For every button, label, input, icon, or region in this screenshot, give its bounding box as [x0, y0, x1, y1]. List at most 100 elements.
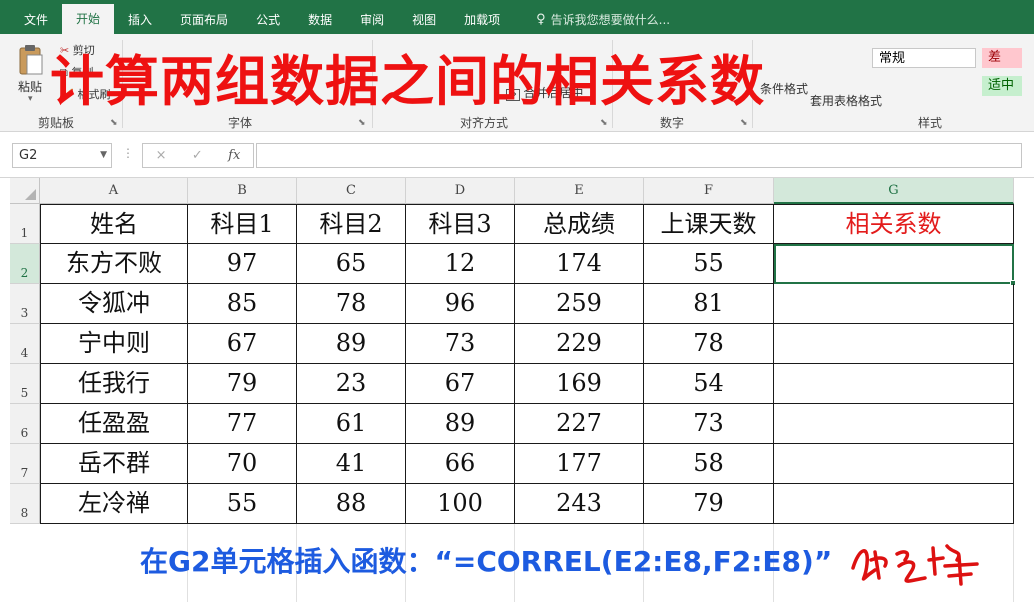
formula-bar-handle-icon[interactable]: ⋮ — [122, 146, 134, 160]
enter-icon[interactable]: ✓ — [192, 148, 203, 163]
cell-b2[interactable]: 97 — [188, 244, 297, 284]
cell-c4[interactable]: 89 — [297, 324, 406, 364]
header-cell-b[interactable]: 科目1 — [188, 204, 297, 244]
cell-e3[interactable]: 259 — [515, 284, 644, 324]
cell-g5[interactable] — [774, 364, 1014, 404]
cell-c7[interactable]: 41 — [297, 444, 406, 484]
ribbon-tab-6[interactable]: 审阅 — [346, 6, 398, 34]
tell-me-search[interactable]: ♀ 告诉我您想要做什么... — [536, 6, 670, 34]
cell-d8[interactable]: 100 — [406, 484, 515, 524]
ribbon-tab-0[interactable]: 文件 — [10, 6, 62, 34]
cell-f7[interactable]: 58 — [644, 444, 774, 484]
cell-d5[interactable]: 67 — [406, 364, 515, 404]
row-header-6[interactable]: 6 — [10, 404, 40, 444]
cell-a8[interactable]: 左冷禅 — [40, 484, 188, 524]
cell-a6[interactable]: 任盈盈 — [40, 404, 188, 444]
header-cell-a[interactable]: 姓名 — [40, 204, 188, 244]
cell-b4[interactable]: 67 — [188, 324, 297, 364]
column-header-g[interactable]: G — [774, 178, 1014, 204]
cell-b6[interactable]: 77 — [188, 404, 297, 444]
row-header-8[interactable]: 8 — [10, 484, 40, 524]
cell-c5[interactable]: 23 — [297, 364, 406, 404]
cell-e5[interactable]: 169 — [515, 364, 644, 404]
cell-b7[interactable]: 70 — [188, 444, 297, 484]
select-all-corner[interactable] — [10, 178, 40, 204]
cell-f2[interactable]: 55 — [644, 244, 774, 284]
header-cell-d[interactable]: 科目3 — [406, 204, 515, 244]
row-header-7[interactable]: 7 — [10, 444, 40, 484]
cell-a2[interactable]: 东方不败 — [40, 244, 188, 284]
row-header-5[interactable]: 5 — [10, 364, 40, 404]
cell-a5[interactable]: 任我行 — [40, 364, 188, 404]
cell-a4[interactable]: 宁中则 — [40, 324, 188, 364]
cell-d4[interactable]: 73 — [406, 324, 515, 364]
overlay-title: 计算两组数据之间的相关系数 — [50, 50, 765, 113]
cell-b5[interactable]: 79 — [188, 364, 297, 404]
cell-d3[interactable]: 96 — [406, 284, 515, 324]
cell-g3[interactable] — [774, 284, 1014, 324]
column-header-a[interactable]: A — [40, 178, 188, 204]
row-header-1[interactable]: 1 — [10, 204, 40, 244]
table-format-button[interactable]: 套用表格格式 — [810, 92, 882, 109]
cell-g2[interactable] — [774, 244, 1014, 284]
column-header-e[interactable]: E — [515, 178, 644, 204]
style-bad[interactable]: 差 — [982, 48, 1022, 68]
ribbon-tab-3[interactable]: 页面布局 — [166, 6, 242, 34]
cancel-icon[interactable]: × — [156, 148, 167, 163]
cell-d7[interactable]: 66 — [406, 444, 515, 484]
column-header-c[interactable]: C — [297, 178, 406, 204]
cell-f4[interactable]: 78 — [644, 324, 774, 364]
ribbon-tab-2[interactable]: 插入 — [114, 6, 166, 34]
ribbon-tab-7[interactable]: 视图 — [398, 6, 450, 34]
cell-b3[interactable]: 85 — [188, 284, 297, 324]
column-header-b[interactable]: B — [188, 178, 297, 204]
cell-c3[interactable]: 78 — [297, 284, 406, 324]
cell-g7[interactable] — [774, 444, 1014, 484]
cell-e2[interactable]: 174 — [515, 244, 644, 284]
cell-e4[interactable]: 229 — [515, 324, 644, 364]
cell-g8[interactable] — [774, 484, 1014, 524]
cell-f8[interactable]: 79 — [644, 484, 774, 524]
row-header-3[interactable]: 3 — [10, 284, 40, 324]
header-cell-g[interactable]: 相关系数 — [774, 204, 1014, 244]
cell-e6[interactable]: 227 — [515, 404, 644, 444]
cell-d6[interactable]: 89 — [406, 404, 515, 444]
cell-c8[interactable]: 88 — [297, 484, 406, 524]
column-header-f[interactable]: F — [644, 178, 774, 204]
formula-input[interactable] — [256, 143, 1022, 168]
cell-c2[interactable]: 65 — [297, 244, 406, 284]
insert-function-icon[interactable]: fx — [228, 148, 240, 163]
cell-f6[interactable]: 73 — [644, 404, 774, 444]
cell-e7[interactable]: 177 — [515, 444, 644, 484]
header-cell-c[interactable]: 科目2 — [297, 204, 406, 244]
cell-b8[interactable]: 55 — [188, 484, 297, 524]
number-format-select[interactable]: 常规 — [872, 48, 976, 68]
cell-c6[interactable]: 61 — [297, 404, 406, 444]
ribbon-tab-8[interactable]: 加载项 — [450, 6, 514, 34]
signature-watermark — [851, 544, 979, 586]
ribbon-tab-4[interactable]: 公式 — [242, 6, 294, 34]
header-cell-e[interactable]: 总成绩 — [515, 204, 644, 244]
cell-d2[interactable]: 12 — [406, 244, 515, 284]
header-cell-f[interactable]: 上课天数 — [644, 204, 774, 244]
cell-e8[interactable]: 243 — [515, 484, 644, 524]
name-box-dropdown-icon[interactable]: ▼ — [100, 144, 107, 167]
name-box[interactable]: G2 ▼ — [12, 143, 112, 168]
row-header-4[interactable]: 4 — [10, 324, 40, 364]
excel-window: 文件 开始 插入 页面布局 公式 数据 审阅 视图 加载项 ♀ 告诉我您想要做什么... 粘贴 ▾ … — [0, 0, 1034, 602]
cell-f5[interactable]: 54 — [644, 364, 774, 404]
cell-f3[interactable]: 81 — [644, 284, 774, 324]
cell-g4[interactable] — [774, 324, 1014, 364]
paste-button[interactable]: 粘贴 — [18, 78, 42, 95]
paste-icon[interactable] — [18, 44, 44, 76]
style-neutral[interactable]: 适中 — [982, 76, 1022, 96]
conditional-format-button[interactable]: 条件格式 — [760, 80, 808, 97]
cell-a7[interactable]: 岳不群 — [40, 444, 188, 484]
cell-g6[interactable] — [774, 404, 1014, 444]
ribbon-tab-1[interactable]: 开始 — [62, 4, 115, 34]
ribbon-tab-5[interactable]: 数据 — [294, 6, 346, 34]
cell-a3[interactable]: 令狐冲 — [40, 284, 188, 324]
column-header-d[interactable]: D — [406, 178, 515, 204]
paste-dropdown-icon[interactable]: ▾ — [28, 94, 33, 104]
row-header-2[interactable]: 2 — [10, 244, 40, 284]
